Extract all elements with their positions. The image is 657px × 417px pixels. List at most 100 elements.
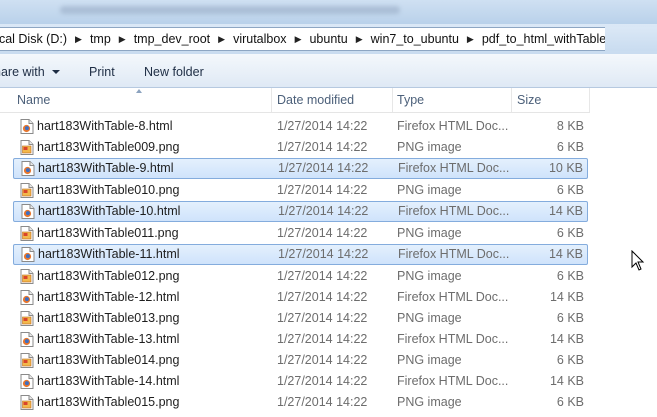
file-date-modified: 1/27/2014 14:22 — [277, 269, 368, 283]
file-row[interactable]: hart183WithTable-13.html 1/27/2014 14:22 F… — [0, 329, 590, 350]
breadcrumb-item[interactable]: ubuntu ▶ — [303, 32, 364, 46]
file-size: 14 KB — [549, 290, 584, 304]
file-name: hart183WithTable010.png — [37, 183, 180, 197]
file-size: 6 KB — [556, 183, 584, 197]
column-header-row: Name Date modified Type Size — [0, 88, 590, 113]
file-row[interactable]: hart183WithTable010.png 1/27/2014 14:22 PN… — [0, 180, 590, 201]
chevron-right-icon[interactable]: ▶ — [216, 34, 227, 45]
file-type: PNG image — [397, 140, 462, 154]
file-type: Firefox HTML Doc... — [398, 204, 510, 218]
file-size: 14 KB — [548, 204, 583, 218]
file-size: 8 KB — [556, 119, 584, 133]
file-name: hart183WithTable-12.html — [37, 290, 180, 304]
file-name: hart183WithTable013.png — [37, 311, 180, 325]
file-row[interactable]: hart183WithTable015.png 1/27/2014 14:22 PN… — [0, 392, 590, 413]
file-size: 14 KB — [549, 374, 584, 388]
file-size: 10 KB — [548, 161, 583, 175]
breadcrumb-item[interactable]: win7_to_ubuntu ▶ — [365, 32, 476, 46]
chevron-right-icon[interactable]: ▶ — [465, 34, 476, 45]
file-type: Firefox HTML Doc... — [397, 290, 509, 304]
file-row[interactable]: hart183WithTable013.png 1/27/2014 14:22 PN… — [0, 308, 590, 329]
chevron-right-icon[interactable]: ▶ — [354, 34, 365, 45]
file-list-pane: Name Date modified Type Size hart183With… — [0, 88, 657, 410]
window-title-bar — [0, 0, 657, 24]
column-divider[interactable] — [271, 88, 272, 112]
address-bar-end — [605, 27, 657, 51]
breadcrumb-label: ubuntu — [309, 32, 348, 46]
column-header-name[interactable]: Name — [17, 88, 50, 112]
firefox-html-icon — [21, 161, 35, 176]
file-name: hart183WithTable015.png — [37, 395, 180, 409]
file-row[interactable]: hart183WithTable009.png 1/27/2014 14:22 PN… — [0, 137, 590, 158]
breadcrumb-item[interactable]: ocal Disk (D:) ▶ — [0, 32, 84, 46]
address-breadcrumb[interactable]: ocal Disk (D:)▶tmp▶tmp_dev_root▶virutalb… — [0, 27, 606, 51]
file-date-modified: 1/27/2014 14:22 — [277, 332, 368, 346]
file-row[interactable]: hart183WithTable011.png 1/27/2014 14:22 PN… — [0, 223, 590, 244]
file-type: PNG image — [397, 226, 462, 240]
file-row[interactable]: hart183WithTable014.png 1/27/2014 14:22 PN… — [0, 350, 590, 371]
file-type: PNG image — [397, 353, 462, 367]
breadcrumb-item[interactable]: tmp_dev_root ▶ — [128, 32, 227, 46]
firefox-html-icon — [21, 247, 35, 262]
column-header-size[interactable]: Size — [517, 88, 541, 112]
new-folder-button[interactable]: New folder — [144, 65, 204, 79]
file-date-modified: 1/27/2014 14:22 — [277, 183, 368, 197]
file-size: 6 KB — [556, 226, 584, 240]
file-date-modified: 1/27/2014 14:22 — [277, 374, 368, 388]
png-image-icon — [20, 269, 34, 284]
file-type: PNG image — [397, 183, 462, 197]
file-name: hart183WithTable-11.html — [38, 247, 180, 261]
sort-ascending-icon — [136, 89, 142, 93]
file-name: hart183WithTable012.png — [37, 269, 180, 283]
file-type: Firefox HTML Doc... — [397, 374, 509, 388]
file-row[interactable]: hart183WithTable-12.html 1/27/2014 14:22 F… — [0, 287, 590, 308]
firefox-html-icon — [21, 204, 35, 219]
file-date-modified: 1/27/2014 14:22 — [277, 395, 368, 409]
file-row[interactable]: hart183WithTable-14.html 1/27/2014 14:22 F… — [0, 371, 590, 392]
file-date-modified: 1/27/2014 14:22 — [277, 119, 368, 133]
print-label: Print — [89, 65, 115, 79]
column-header-type[interactable]: Type — [397, 88, 424, 112]
file-size: 6 KB — [556, 269, 584, 283]
breadcrumb-item[interactable]: tmp ▶ — [84, 32, 128, 46]
file-rows: hart183WithTable-8.html 1/27/2014 14:22 Fi… — [0, 116, 590, 413]
file-row[interactable]: hart183WithTable-11.html 1/27/2014 14:22 F… — [13, 244, 588, 265]
file-name: hart183WithTable-8.html — [37, 119, 173, 133]
column-header-date[interactable]: Date modified — [277, 88, 354, 112]
column-divider[interactable] — [589, 88, 590, 112]
file-row[interactable]: hart183WithTable-10.html 1/27/2014 14:22 F… — [13, 201, 588, 222]
firefox-html-icon — [20, 290, 34, 305]
file-size: 6 KB — [556, 140, 584, 154]
file-date-modified: 1/27/2014 14:22 — [277, 226, 368, 240]
chevron-right-icon[interactable]: ▶ — [73, 34, 84, 45]
file-size: 14 KB — [548, 247, 583, 261]
file-row[interactable]: hart183WithTable012.png 1/27/2014 14:22 PN… — [0, 266, 590, 287]
file-date-modified: 1/27/2014 14:22 — [278, 161, 369, 175]
file-type: Firefox HTML Doc... — [397, 332, 509, 346]
file-date-modified: 1/27/2014 14:22 — [277, 140, 368, 154]
breadcrumb-item[interactable]: virutalbox ▶ — [227, 32, 303, 46]
command-toolbar: hare with Print New folder — [0, 54, 657, 88]
file-type: PNG image — [397, 395, 462, 409]
chevron-right-icon[interactable]: ▶ — [293, 34, 304, 45]
file-size: 6 KB — [556, 311, 584, 325]
chevron-right-icon[interactable]: ▶ — [117, 34, 128, 45]
file-type: PNG image — [397, 311, 462, 325]
share-with-label: hare with — [0, 65, 45, 79]
print-button[interactable]: Print — [89, 65, 115, 79]
file-name: hart183WithTable011.png — [37, 226, 179, 240]
file-date-modified: 1/27/2014 14:22 — [278, 204, 369, 218]
breadcrumb-label: pdf_to_html_withTable — [481, 32, 606, 46]
file-row[interactable]: hart183WithTable-8.html 1/27/2014 14:22 Fi… — [0, 116, 590, 137]
file-name: hart183WithTable014.png — [37, 353, 180, 367]
address-bar-area: ocal Disk (D:)▶tmp▶tmp_dev_root▶virutalb… — [0, 24, 657, 54]
breadcrumb-label: tmp — [89, 32, 111, 46]
share-with-button[interactable]: hare with — [0, 65, 60, 79]
file-size: 14 KB — [549, 332, 584, 346]
breadcrumb-item[interactable]: pdf_to_html_withTable▶ — [476, 32, 606, 46]
column-divider[interactable] — [392, 88, 393, 112]
column-divider[interactable] — [511, 88, 512, 112]
png-image-icon — [20, 226, 34, 241]
file-row[interactable]: hart183WithTable-9.html 1/27/2014 14:22 Fi… — [13, 158, 588, 179]
file-date-modified: 1/27/2014 14:22 — [277, 290, 368, 304]
